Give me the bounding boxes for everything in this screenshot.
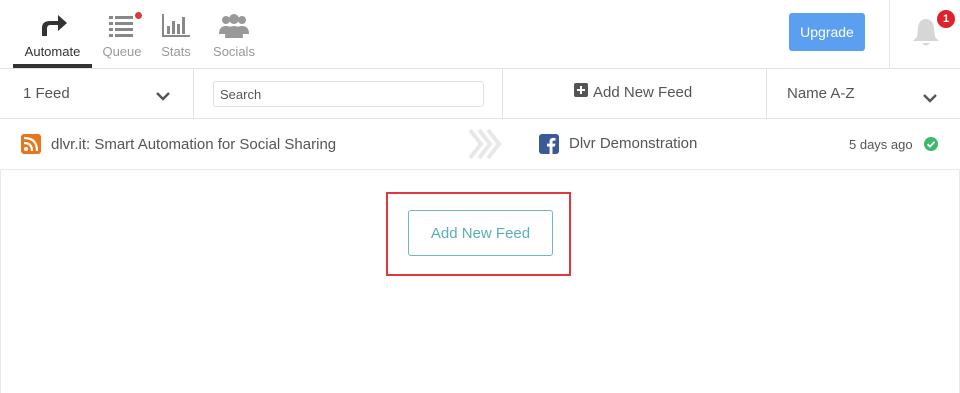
tab-stats-label: Stats [161, 44, 191, 59]
sort-label: Name A-Z [787, 85, 855, 102]
search-cell [194, 69, 503, 118]
top-nav: Automate Queue Stats Socials Upgrade 1 [0, 0, 960, 68]
sort-dropdown[interactable]: Name A-Z [767, 69, 960, 118]
add-new-feed-label: Add New Feed [593, 83, 693, 101]
tab-queue[interactable]: Queue [100, 12, 144, 68]
bar-chart-icon [156, 12, 196, 42]
tab-queue-label: Queue [102, 44, 142, 59]
plus-square-icon [574, 83, 588, 101]
check-circle-icon [924, 137, 938, 156]
tab-socials-label: Socials [213, 44, 255, 59]
upgrade-button[interactable]: Upgrade [789, 13, 865, 51]
notifications[interactable]: 1 [889, 0, 960, 68]
notification-badge: 1 [937, 10, 955, 28]
facebook-icon [539, 134, 559, 159]
add-new-feed-button[interactable]: Add New Feed [408, 210, 553, 256]
add-feed-cell: Add New Feed [503, 69, 767, 118]
search-input[interactable] [213, 81, 484, 107]
feed-destination-name: Dlvr Demonstration [569, 135, 698, 152]
tab-automate[interactable]: Automate [13, 12, 92, 68]
chevron-down-icon [923, 90, 937, 108]
feed-row[interactable]: dlvr.it: Smart Automation for Social Sha… [0, 119, 960, 170]
double-chevron-right-icon [466, 125, 502, 168]
tab-stats[interactable]: Stats [156, 12, 196, 68]
tab-automate-label: Automate [24, 44, 81, 59]
queue-notification-dot [135, 12, 142, 19]
feed-source-name: dlvr.it: Smart Automation for Social Sha… [51, 136, 337, 153]
main-content: Add New Feed [0, 170, 960, 393]
feed-count-label: 1 Feed [23, 85, 70, 102]
users-icon [208, 12, 260, 42]
feed-count-dropdown[interactable]: 1 Feed [0, 69, 194, 118]
feed-timestamp: 5 days ago [849, 137, 913, 152]
list-icon [100, 12, 144, 42]
add-new-feed-link[interactable]: Add New Feed [574, 83, 692, 101]
chevron-down-icon [156, 88, 170, 106]
tab-socials[interactable]: Socials [208, 12, 260, 68]
rss-icon [21, 134, 41, 159]
feed-toolbar: 1 Feed Add New Feed Name A-Z [0, 68, 960, 119]
share-arrow-icon [13, 12, 92, 42]
